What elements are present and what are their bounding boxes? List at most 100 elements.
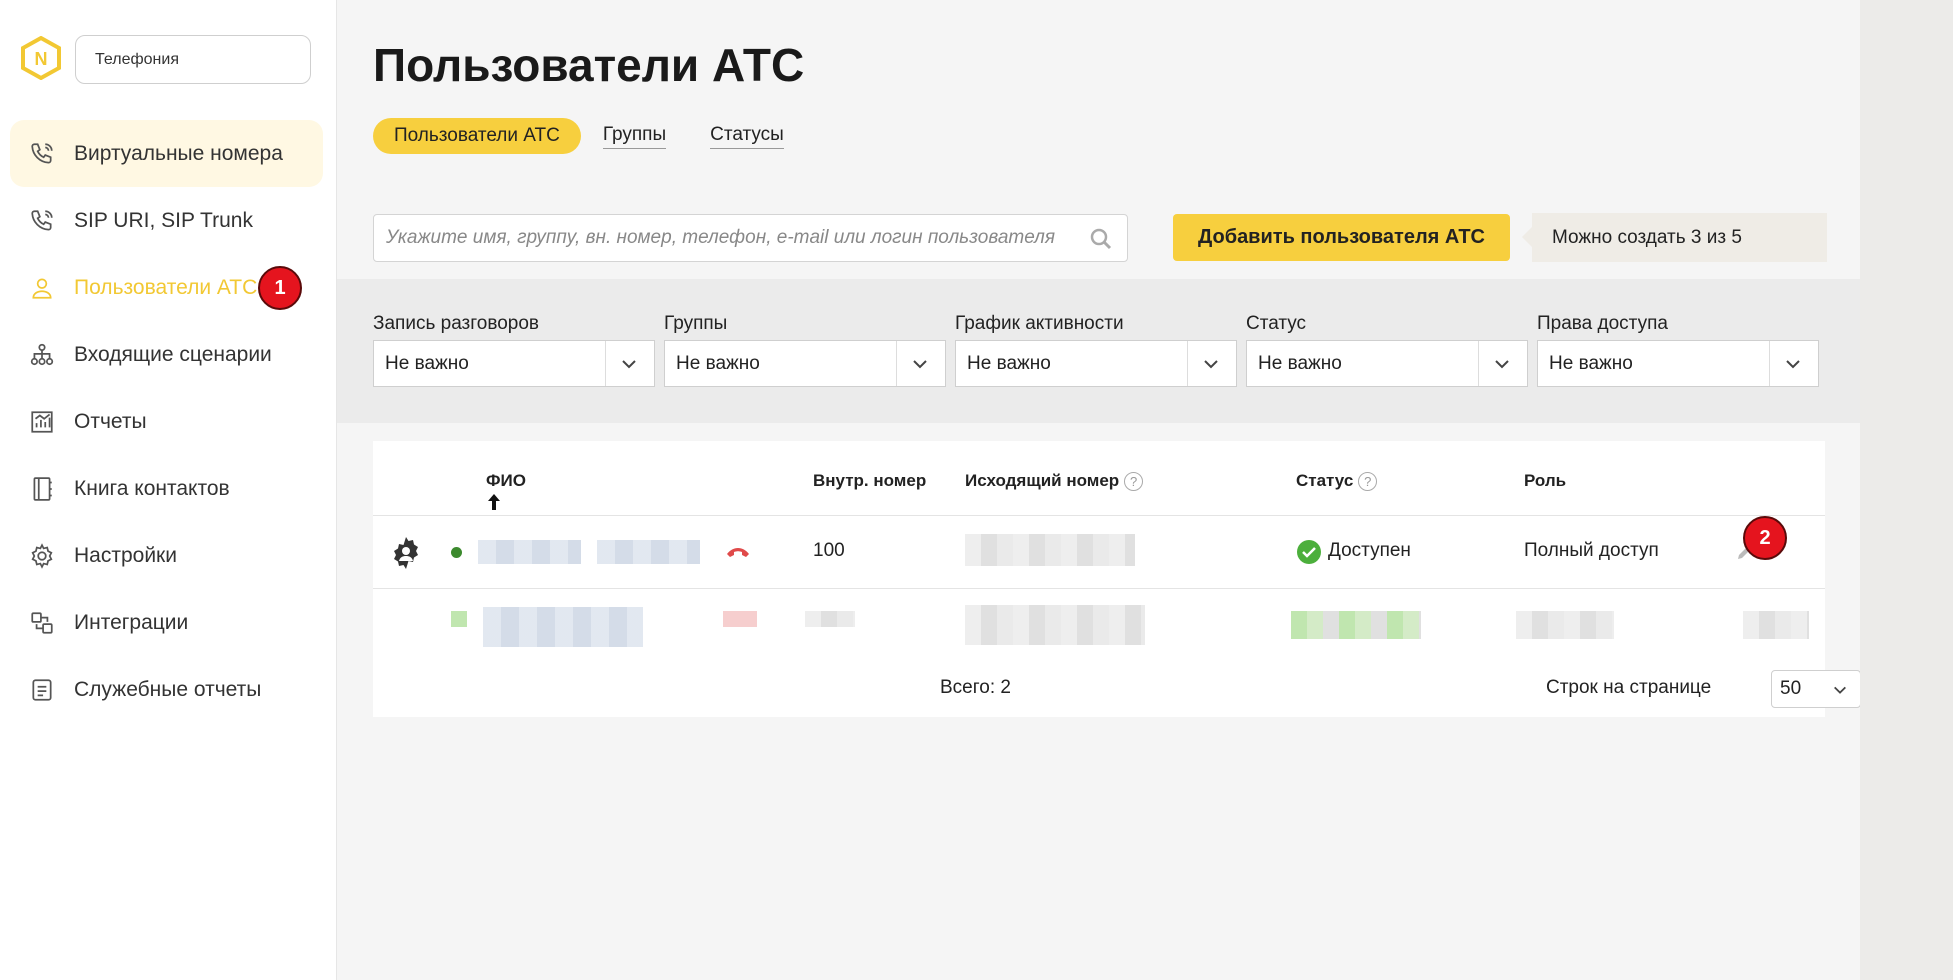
filter-status-select[interactable]: Не важно	[1246, 340, 1528, 387]
filter-recording-select[interactable]: Не важно	[373, 340, 655, 387]
check-circle-icon	[1297, 540, 1321, 564]
sidebar-item-label: Пользователи АТС	[74, 275, 258, 299]
column-header-label: ФИО	[486, 471, 526, 490]
filter-value: Не важно	[1258, 352, 1342, 374]
filter-groups: Группы Не важно	[664, 313, 946, 387]
phone-icon	[28, 140, 56, 168]
help-icon[interactable]: ?	[1124, 471, 1144, 491]
chevron-down-icon	[1204, 360, 1218, 369]
document-icon	[28, 676, 56, 704]
filter-value: Не важно	[676, 352, 760, 374]
gear-icon	[28, 542, 56, 570]
tab-groups[interactable]: Группы	[602, 124, 667, 149]
rows-per-page-label: Строк на странице	[1546, 677, 1712, 698]
user-name-redacted	[597, 540, 700, 564]
ext-redacted	[805, 611, 855, 627]
add-user-button[interactable]: Добавить пользователя АТС	[1173, 214, 1510, 261]
filter-recording: Запись разговоров Не важно	[373, 313, 655, 387]
sidebar-item-incoming-scenarios[interactable]: Входящие сценарии	[10, 321, 323, 388]
integration-icon	[28, 609, 56, 637]
sidebar-item-reports[interactable]: Отчеты	[10, 388, 323, 455]
column-header-name[interactable]: ФИО	[486, 471, 526, 491]
column-header-outgoing[interactable]: Исходящий номер ?	[965, 471, 1144, 491]
actions-redacted	[1743, 611, 1809, 639]
filter-groups-select[interactable]: Не важно	[664, 340, 946, 387]
help-icon[interactable]: ?	[1358, 471, 1378, 491]
filter-value: Не важно	[385, 352, 469, 374]
filter-label: Права доступа	[1537, 313, 1668, 334]
online-indicator-redacted	[451, 611, 467, 627]
user-name-redacted	[478, 540, 581, 564]
sidebar-item-virtual-numbers[interactable]: Виртуальные номера	[10, 120, 323, 187]
step-badge-2: 2	[1743, 516, 1787, 560]
search-icon[interactable]	[1089, 227, 1113, 251]
filter-access: Права доступа Не важно	[1537, 313, 1819, 387]
sidebar-item-label: Служебные отчеты	[74, 677, 262, 701]
phone-icon	[28, 207, 56, 235]
filter-label: График активности	[955, 313, 1124, 334]
sidebar-item-label: Отчеты	[74, 409, 147, 433]
main-content: Пользователи АТС Пользователи АТС Группы…	[337, 0, 1861, 980]
chevron-down-icon	[1834, 686, 1846, 694]
product-select[interactable]: Телефония	[75, 35, 311, 84]
tabs: Пользователи АТС Группы Статусы	[373, 118, 828, 154]
filter-activity-select[interactable]: Не важно	[955, 340, 1237, 387]
hierarchy-icon	[28, 341, 56, 369]
sidebar: N Телефония Виртуальные номера SIP URI, …	[0, 0, 337, 980]
role-value: Полный доступ	[1524, 540, 1659, 561]
sidebar-item-label: Книга контактов	[74, 476, 230, 500]
filter-activity: График активности Не важно	[955, 313, 1237, 387]
sidebar-item-label: Виртуальные номера	[74, 141, 283, 165]
sidebar-item-settings[interactable]: Настройки	[10, 522, 323, 589]
filter-label: Статус	[1246, 313, 1307, 334]
column-header-label: Внутр. номер	[813, 471, 927, 490]
sidebar-item-integrations[interactable]: Интеграции	[10, 589, 323, 656]
user-name-redacted	[483, 607, 643, 647]
sidebar-item-label: Интеграции	[74, 610, 189, 634]
quota-info: Можно создать 3 из 5	[1522, 213, 1827, 262]
sidebar-item-pbx-users[interactable]: Пользователи АТС 1	[10, 254, 323, 321]
chevron-down-icon	[913, 360, 927, 369]
sidebar-item-service-reports[interactable]: Служебные отчеты	[10, 656, 323, 723]
chevron-down-icon	[1495, 360, 1509, 369]
rows-per-page-select[interactable]: 50	[1771, 670, 1861, 708]
step-badge-1: 1	[258, 266, 302, 310]
column-header-status[interactable]: Статус ?	[1296, 471, 1378, 491]
online-indicator	[451, 547, 462, 558]
status-value: Доступен	[1328, 540, 1411, 561]
outgoing-redacted	[965, 605, 1145, 645]
outgoing-number-redacted	[965, 534, 1135, 566]
search-box	[373, 214, 1128, 262]
phone-icon-redacted	[723, 611, 757, 627]
filter-access-select[interactable]: Не важно	[1537, 340, 1819, 387]
status-redacted	[1291, 611, 1421, 639]
column-header-label: Статус	[1296, 471, 1354, 490]
contact-book-icon	[28, 475, 56, 503]
right-gutter	[1860, 0, 1953, 980]
column-header-label: Роль	[1524, 471, 1567, 490]
role-redacted	[1516, 611, 1614, 639]
sidebar-item-label: Настройки	[74, 543, 177, 567]
user-icon	[28, 274, 56, 302]
sidebar-item-label: SIP URI, SIP Trunk	[74, 208, 253, 232]
table-row[interactable]	[373, 589, 1825, 653]
sidebar-item-sip[interactable]: SIP URI, SIP Trunk	[10, 187, 323, 254]
search-input[interactable]	[386, 227, 1066, 249]
sidebar-nav: Виртуальные номера SIP URI, SIP Trunk По…	[10, 120, 323, 723]
ext-number: 100	[813, 540, 845, 561]
users-table: ФИО Внутр. номер Исходящий номер ? Стату…	[373, 441, 1861, 717]
filter-value: Не важно	[1549, 352, 1633, 374]
tab-pbx-users[interactable]: Пользователи АТС	[373, 118, 581, 154]
table-row[interactable]: 100 Доступен Полный доступ 2	[373, 516, 1825, 588]
sidebar-item-contacts[interactable]: Книга контактов	[10, 455, 323, 522]
logo-icon[interactable]: N	[20, 35, 62, 81]
sort-up-icon[interactable]	[486, 493, 502, 511]
hangup-phone-icon[interactable]	[725, 544, 751, 560]
product-select-label: Телефония	[95, 50, 179, 68]
chevron-down-icon	[1786, 360, 1800, 369]
tab-statuses[interactable]: Статусы	[710, 124, 784, 149]
chart-icon	[28, 408, 56, 436]
chevron-down-icon	[622, 360, 636, 369]
column-header-role[interactable]: Роль	[1524, 471, 1566, 491]
column-header-ext[interactable]: Внутр. номер	[813, 471, 926, 491]
